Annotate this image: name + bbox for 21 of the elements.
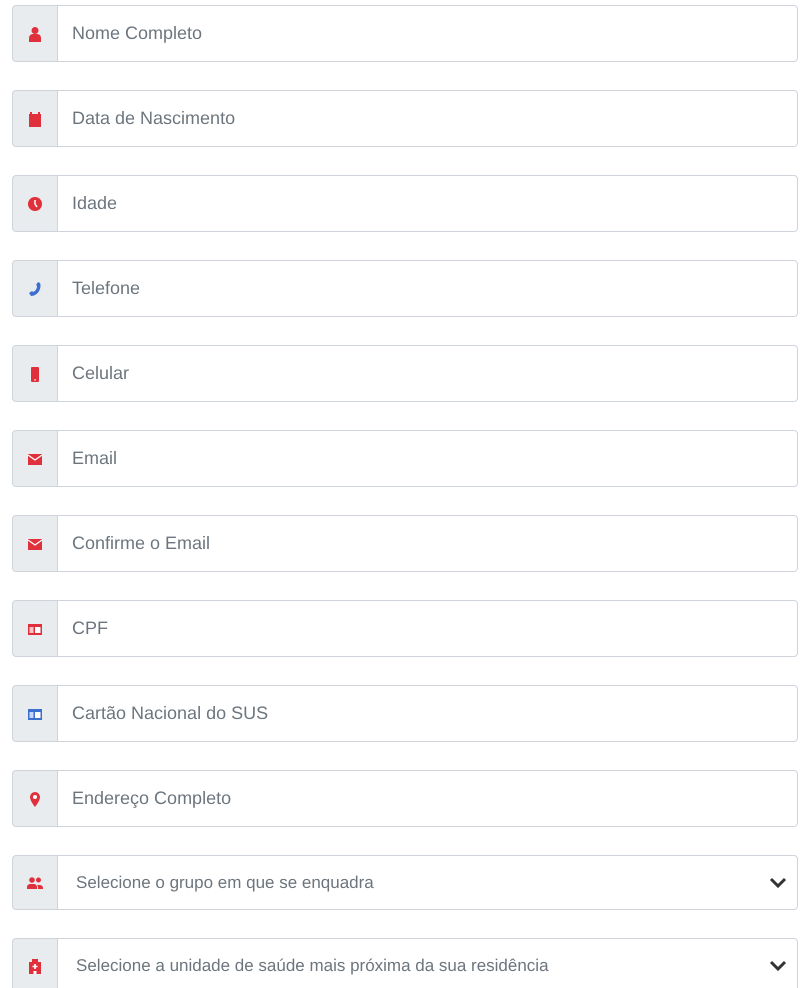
input-field[interactable]: Celular [57,345,798,402]
clock-icon [27,196,43,212]
person-icon [27,26,43,42]
input-field[interactable]: Endereço Completo [57,770,798,827]
input-field[interactable]: Cartão Nacional do SUS [57,685,798,742]
chevron-down-icon [769,958,787,972]
people-icon [27,874,43,890]
input-field[interactable]: CPF [57,600,798,657]
hospital-icon [27,958,43,974]
input-field[interactable]: Idade [57,175,798,232]
map-pin-icon [27,790,43,806]
calendar-icon [27,110,43,126]
input-field[interactable]: Nome Completo [57,5,798,62]
select-field[interactable]: Selecione o grupo em que se enquadra [57,855,798,910]
input-field[interactable]: Data de Nascimento [57,90,798,147]
input-field[interactable]: Telefone [57,260,798,317]
phone-icon [27,280,43,296]
input-field[interactable]: Confirme o Email [57,515,798,572]
select-field[interactable]: Selecione a unidade de saúde mais próxima da sua residência [57,938,798,988]
input-field[interactable]: Email [57,430,798,487]
chevron-down-icon [769,876,787,890]
